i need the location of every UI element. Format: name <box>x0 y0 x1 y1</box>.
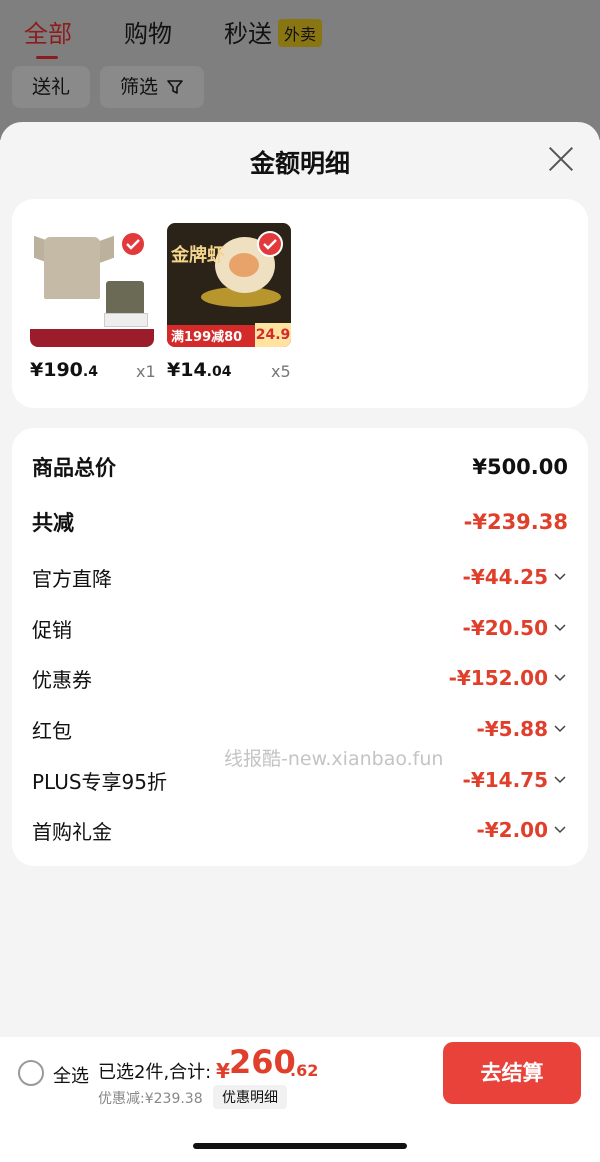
total-currency: ¥ <box>216 1059 230 1083</box>
sheet-title: 金额明细 <box>249 149 350 178</box>
chevron-down-icon <box>554 826 566 834</box>
check-icon[interactable] <box>120 231 146 257</box>
row-amount-wrap: -¥14.75 <box>463 768 568 792</box>
product-image-price: 24.9 <box>255 323 291 347</box>
takeout-badge: 外卖 <box>278 19 323 47</box>
row-label: 官方直降 <box>32 566 112 591</box>
filter-chip[interactable]: 筛选 <box>100 66 205 108</box>
amount-detail-sheet: 金额明细 ¥190.4 x1 金牌虾 满199减80 24.9 ¥14.04 x… <box>0 122 600 1162</box>
price-decimal: .04 <box>206 364 232 380</box>
price-decimal: .4 <box>82 364 98 380</box>
row-amount: -¥44.25 <box>462 565 548 589</box>
row-label: 共减 <box>32 511 74 535</box>
row-label: 红包 <box>32 718 72 743</box>
top-navigation: 全部 购物 秒送 外卖 送礼 筛选 <box>0 0 600 140</box>
chevron-down-icon <box>554 776 566 784</box>
home-indicator[interactable] <box>193 1143 407 1149</box>
product-price: ¥14.04 <box>167 359 231 381</box>
row-total: 商品总价 ¥500.00 <box>32 450 568 484</box>
chevron-down-icon <box>554 674 566 682</box>
row-amount: -¥152.00 <box>448 666 548 690</box>
row-official-discount[interactable]: 官方直降 -¥44.25 <box>32 560 568 594</box>
row-amount: -¥5.88 <box>476 717 548 741</box>
row-amount-wrap: -¥20.50 <box>463 616 568 640</box>
product-image-dumpling: 金牌虾 满199减80 24.9 <box>167 223 291 347</box>
row-label: PLUS专享95折 <box>32 769 167 794</box>
price-main: ¥14 <box>167 359 207 381</box>
row-amount: ¥500.00 <box>472 455 568 479</box>
product-card: ¥190.4 x1 金牌虾 满199减80 24.9 ¥14.04 x5 <box>12 199 588 408</box>
gift-chip-label: 送礼 <box>32 76 71 98</box>
product-price: ¥190.4 <box>30 359 98 381</box>
chevron-down-icon <box>554 725 566 733</box>
price-breakdown: 商品总价 ¥500.00 共减 -¥239.38 官方直降 -¥44.25 促销… <box>12 428 588 866</box>
tab-shopping[interactable]: 购物 <box>124 14 172 49</box>
row-amount-wrap: -¥5.88 <box>476 717 568 741</box>
row-total-reduction: 共减 -¥239.38 <box>32 505 568 539</box>
row-amount: -¥14.75 <box>462 768 548 792</box>
row-first-purchase-gift[interactable]: 首购礼金 -¥2.00 <box>32 813 568 847</box>
top-tabs: 全部 购物 秒送 外卖 <box>24 14 374 59</box>
row-red-packet[interactable]: 红包 -¥5.88 <box>32 712 568 746</box>
checkout-button[interactable]: 去结算 <box>443 1042 581 1104</box>
select-all-label[interactable]: 全选 <box>53 1062 89 1088</box>
checkout-bar: 全选 已选2件,合计: ¥ 260 .62 优惠减:¥239.38 优惠明细 去… <box>0 1037 600 1109</box>
row-amount: -¥239.38 <box>463 510 568 534</box>
tab-all[interactable]: 全部 <box>24 14 72 59</box>
row-amount-wrap: -¥2.00 <box>476 818 568 842</box>
tab-instant[interactable]: 秒送 外卖 <box>224 14 323 49</box>
chevron-down-icon <box>554 624 566 632</box>
row-amount: -¥2.00 <box>476 818 548 842</box>
discount-summary: 优惠减:¥239.38 <box>98 1091 203 1107</box>
row-amount-wrap: -¥44.25 <box>463 565 568 589</box>
row-label: 促销 <box>32 617 72 642</box>
product-item[interactable]: 金牌虾 满199减80 24.9 ¥14.04 x5 <box>167 223 291 381</box>
row-label: 商品总价 <box>32 456 116 480</box>
product-quantity: x5 <box>271 362 291 381</box>
product-image-tshirt <box>30 223 154 347</box>
row-label: 优惠券 <box>32 667 92 692</box>
tab-instant-label: 秒送 <box>224 20 272 48</box>
row-label: 首购礼金 <box>32 819 112 844</box>
total-cents: .62 <box>290 1061 319 1080</box>
check-icon[interactable] <box>257 231 283 257</box>
row-promotion[interactable]: 促销 -¥20.50 <box>32 611 568 645</box>
selection-summary: 已选2件,合计: <box>98 1062 212 1083</box>
funnel-icon <box>167 80 183 94</box>
product-image-title: 金牌虾 <box>171 245 225 266</box>
total-amount: 260 <box>229 1043 296 1081</box>
discount-detail-button[interactable]: 优惠明细 <box>213 1085 287 1109</box>
row-amount-wrap: -¥152.00 <box>449 666 568 690</box>
home-indicator-area <box>0 1109 600 1162</box>
row-amount: -¥20.50 <box>462 616 548 640</box>
filter-chip-label: 筛选 <box>120 76 159 98</box>
close-icon[interactable] <box>548 146 574 172</box>
product-quantity: x1 <box>136 362 156 381</box>
chevron-down-icon <box>554 573 566 581</box>
product-item[interactable]: ¥190.4 x1 <box>30 223 156 381</box>
gift-chip[interactable]: 送礼 <box>12 66 91 108</box>
price-main: ¥190 <box>30 359 83 381</box>
row-coupon[interactable]: 优惠券 -¥152.00 <box>32 661 568 695</box>
product-image-promo: 满199减80 <box>171 330 243 345</box>
watermark: 线报酷-new.xianbao.fun <box>224 748 444 770</box>
filter-chips: 送礼 筛选 <box>12 66 214 108</box>
select-all-radio[interactable] <box>18 1060 44 1086</box>
